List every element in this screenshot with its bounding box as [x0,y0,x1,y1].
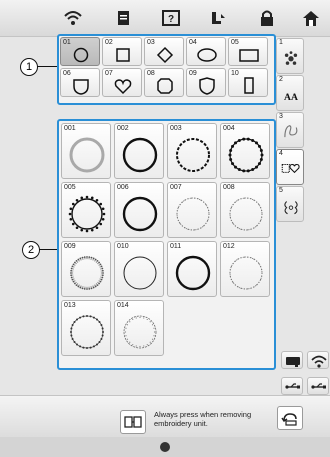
usb-button-1[interactable] [281,377,303,395]
callout-marker-2: 2 [22,241,40,259]
frame-pattern-button-013[interactable]: 013 [61,300,111,356]
svg-text:AA: AA [284,92,298,103]
category-tab-4[interactable]: 4 [276,149,304,185]
frame-pattern-button-011[interactable]: 011 [167,241,217,297]
callout-leader-2 [39,249,57,250]
frame-pattern-button-012[interactable]: 012 [220,241,270,297]
frame-shape-button-09[interactable]: 09 [186,68,226,97]
category-tab-2[interactable]: 2 AA [276,75,304,111]
frame-shape-button-02[interactable]: 02 [102,37,142,66]
svg-text:?: ? [168,14,174,25]
frame-shape-button-04[interactable]: 04 [186,37,226,66]
sewing-machine-button[interactable] [281,351,303,369]
frame-pattern-button-009[interactable]: 009 [61,241,111,297]
document-icon[interactable] [112,9,134,27]
wifi-button[interactable] [307,351,329,369]
frame-pattern-button-005[interactable]: 005 [61,182,111,238]
callout-leader-1 [37,66,57,67]
category-tab-1[interactable]: 1 [276,38,304,74]
frame-pattern-button-006[interactable]: 006 [114,182,164,238]
frame-pattern-button-003[interactable]: 003 [167,123,217,179]
usb-button-2[interactable] [307,377,329,395]
frame-shape-button-05[interactable]: 05 [228,37,268,66]
frame-shape-button-01[interactable]: 01 [60,37,100,66]
frame-pattern-button-010[interactable]: 010 [114,241,164,297]
help-icon[interactable]: ? [160,9,182,27]
frame-pattern-button-004[interactable]: 004 [220,123,270,179]
callout-marker-1: 1 [20,58,38,76]
frame-pattern-button-002[interactable]: 002 [114,123,164,179]
frame-shape-button-03[interactable]: 03 [144,37,184,66]
frame-pattern-button-001[interactable]: 001 [61,123,111,179]
embroidery-unit-icon [120,410,146,434]
frame-shape-button-10[interactable]: 10 [228,68,268,97]
frame-pattern-button-014[interactable]: 014 [114,300,164,356]
home-icon[interactable] [300,9,322,27]
home-indicator [160,442,170,452]
wifi-icon[interactable] [62,9,84,27]
lock-icon[interactable] [256,9,278,27]
warning-message: Always press when removing embroidery un… [154,410,252,428]
frame-shape-button-07[interactable]: 07 [102,68,142,97]
frame-shape-button-06[interactable]: 06 [60,68,100,97]
thread-icon[interactable] [207,9,229,27]
frame-pattern-button-008[interactable]: 008 [220,182,270,238]
frame-shape-button-08[interactable]: 08 [144,68,184,97]
top-toolbar: ? [0,0,330,37]
reset-button[interactable] [277,406,303,430]
frame-pattern-button-007[interactable]: 007 [167,182,217,238]
category-tab-3[interactable]: 3 [276,112,304,148]
category-tab-5[interactable]: 5 [276,186,304,222]
